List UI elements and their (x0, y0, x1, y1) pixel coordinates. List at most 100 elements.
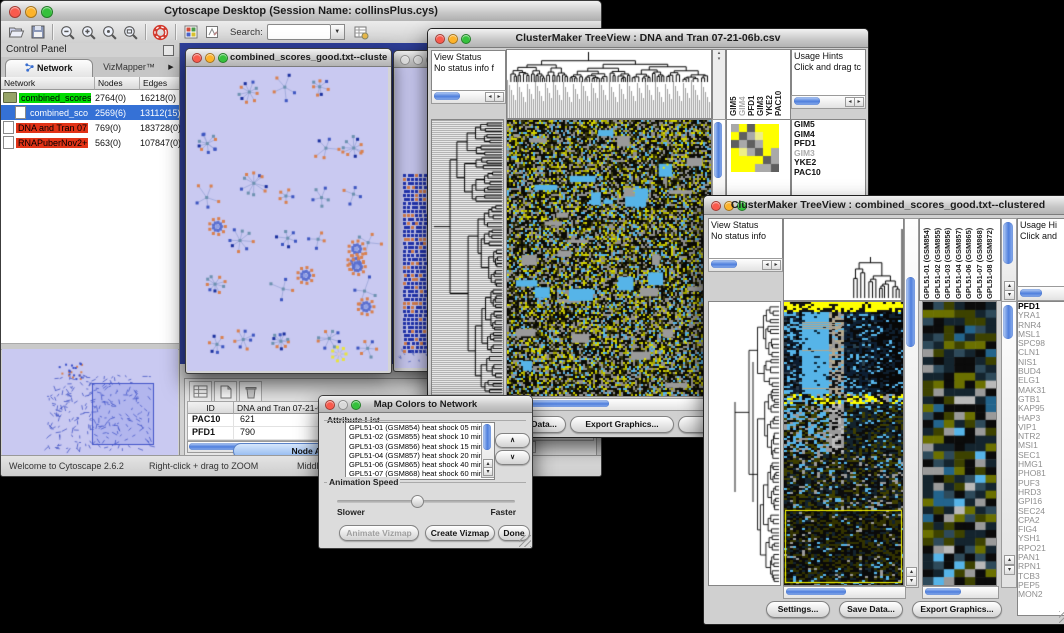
save-session-icon[interactable] (27, 23, 48, 42)
zoom-fit-icon[interactable] (120, 23, 141, 42)
column-header-edges[interactable]: Edges (140, 77, 179, 90)
trash-icon[interactable] (239, 381, 262, 402)
tv1-row-dendrogram-canvas[interactable] (431, 119, 504, 397)
tv1-usage-hscrollbar[interactable]: ◂ ▸ (791, 95, 866, 109)
attribute-table-icon[interactable] (189, 381, 212, 402)
import-table-icon[interactable] (351, 23, 372, 42)
tab-overflow-arrow[interactable]: ▶ (165, 61, 177, 74)
resize-grip[interactable] (1059, 611, 1064, 623)
search-dropdown-arrow-icon[interactable]: ▼ (331, 24, 345, 40)
tv1-column-label[interactable]: PAC10 (774, 52, 783, 116)
minimize-button[interactable] (205, 53, 215, 63)
tv2-heat-hscroll-thumb[interactable] (786, 588, 846, 595)
tv2-export-graphics-button[interactable]: Export Graphics... (912, 601, 1002, 618)
attr-list-vscrollbar[interactable]: ▴ ▾ (481, 423, 494, 478)
tv1-status-hscrollbar[interactable]: ◂ ▸ (431, 90, 506, 104)
list-item[interactable]: GPL51-04 (GSM857) heat shock 20 min (346, 451, 494, 460)
attr-list-vscroll-thumb[interactable] (483, 424, 491, 450)
tv1-column-label[interactable]: GIM4 (738, 52, 747, 116)
tv2-column-label[interactable]: GPL51-01 (GSM854) (922, 220, 931, 299)
tab-vizmapper[interactable]: VizMapper™ (93, 59, 165, 76)
tv2-column-dendrogram-canvas[interactable] (783, 218, 904, 301)
tv1-column-label[interactable]: GIM5 (729, 52, 738, 116)
tv2-labels-vscrollbar[interactable]: ▴ ▾ (1001, 218, 1017, 303)
scroll-up-icon[interactable]: ▴ (1004, 555, 1015, 565)
tab-network[interactable]: Network (5, 59, 93, 78)
dialog-titlebar[interactable]: Map Colors to Network (319, 396, 532, 413)
zoom-window-button[interactable] (218, 53, 228, 63)
tv2-column-label[interactable]: GPL51-06 (GSM865) (964, 220, 973, 299)
move-down-button[interactable]: ∨ (495, 450, 530, 465)
treeview2-titlebar[interactable]: ClusterMaker TreeView : combined_scores_… (704, 196, 1064, 215)
tv2-save-data-button[interactable]: Save Data... (839, 601, 903, 618)
scroll-right-icon[interactable]: ▸ (771, 260, 781, 270)
tv1-column-dendrogram-canvas[interactable] (506, 49, 712, 119)
tv2-settings-button[interactable]: Settings... (766, 601, 830, 618)
close-button[interactable] (400, 55, 410, 65)
annotation-icon[interactable] (201, 23, 222, 42)
gene-label[interactable]: MON2 (1018, 590, 1064, 599)
tv2-vscrollbar[interactable]: ▴ ▾ (904, 218, 919, 588)
tv1-correlation-matrix-canvas[interactable] (731, 124, 779, 172)
list-item[interactable]: GPL51-06 (GSM865) heat shock 40 min (346, 460, 494, 469)
minimize-button[interactable] (413, 55, 423, 65)
tv2-status-hscroll-thumb[interactable] (711, 260, 737, 268)
tv1-export-graphics-button[interactable]: Export Graphics... (570, 416, 674, 433)
tv2-labels-vscroll-thumb[interactable] (1003, 222, 1013, 264)
network-row[interactable]: DNA and Tran 07769(0)183728(0) (1, 120, 179, 135)
main-titlebar[interactable]: Cytoscape Desktop (Session Name: collins… (1, 1, 601, 22)
tv2-genes-vscrollbar[interactable]: ▴ ▾ (1001, 301, 1017, 588)
zoom-selected-icon[interactable] (99, 23, 120, 42)
tv2-column-label[interactable]: GPL51-02 (GSM855) (933, 220, 942, 299)
tv1-column-label[interactable]: PFD1 (747, 52, 756, 116)
tv2-usage-hscroll-thumb[interactable] (1020, 289, 1042, 297)
list-item[interactable]: GPL51-01 (GSM854) heat shock 05 min (346, 423, 494, 432)
tv1-row-label[interactable]: PAC10 (792, 168, 865, 178)
tv2-column-label[interactable]: GPL51-07 (GSM868) (975, 220, 984, 299)
search-input[interactable] (267, 24, 331, 40)
tv2-column-label[interactable]: GPL51-04 (GSM857) (954, 220, 963, 299)
network-row[interactable]: combined_sco2569(6)13112(15) (1, 105, 179, 120)
list-item[interactable]: GPL51-03 (GSM856) heat shock 15 min (346, 442, 494, 451)
tv1-usage-hscroll-thumb[interactable] (794, 97, 820, 105)
tv2-genes-vscroll-thumb[interactable] (1003, 305, 1013, 339)
scroll-right-icon[interactable]: ▸ (854, 97, 864, 107)
tv2-zoom-heatmap-canvas[interactable] (922, 301, 997, 586)
move-up-button[interactable]: ∧ (495, 433, 530, 448)
close-button[interactable] (192, 53, 202, 63)
tv1-column-label[interactable]: YKE2 (765, 52, 774, 116)
scroll-down-icon[interactable]: ▾ (1004, 565, 1015, 575)
network-row[interactable]: RNAPuberNov2+563(0)107847(0) (1, 135, 179, 150)
network1-titlebar[interactable]: combined_scores_good.txt--cluste... (186, 49, 391, 67)
tv2-column-label[interactable]: GPL51-03 (GSM856) (943, 220, 952, 299)
network-row[interactable]: combined_scores2764(0)16218(0) (1, 90, 179, 105)
help-lifering-icon[interactable] (150, 23, 171, 42)
birdseye-view-canvas[interactable] (2, 349, 178, 456)
create-vizmap-button[interactable]: Create Vizmap (425, 525, 495, 541)
zoom-in-icon[interactable] (78, 23, 99, 42)
treeview1-titlebar[interactable]: ClusterMaker TreeView : DNA and Tran 07-… (428, 29, 868, 48)
tv2-row-dendrogram-canvas[interactable] (708, 301, 781, 586)
tv1-heatmap-canvas[interactable] (506, 119, 712, 397)
animation-speed-slider-thumb[interactable] (411, 495, 424, 508)
tv2-zoom-hscrollbar[interactable] (922, 586, 999, 599)
open-file-icon[interactable] (6, 23, 27, 42)
new-file-icon[interactable] (214, 381, 237, 402)
network-view-1-canvas[interactable] (187, 67, 388, 371)
list-item[interactable]: GPL51-02 (GSM855) heat shock 10 min (346, 432, 494, 441)
tv2-vscroll-thumb[interactable] (906, 277, 915, 347)
float-panel-icon[interactable] (163, 45, 174, 56)
tv1-column-label[interactable]: GIM3 (756, 52, 765, 116)
scroll-down-icon[interactable]: ▾ (483, 467, 493, 476)
tv1-hscrollbar[interactable] (506, 398, 714, 411)
scroll-down-icon[interactable]: ▾ (906, 576, 917, 586)
animation-speed-slider-track[interactable] (337, 500, 515, 503)
scroll-right-icon[interactable]: ▸ (494, 92, 504, 102)
tv2-status-hscrollbar[interactable]: ◂ ▸ (708, 258, 783, 272)
column-header-network[interactable]: Network (1, 77, 95, 90)
vizmapper-icon[interactable] (180, 23, 201, 42)
zoom-out-icon[interactable] (57, 23, 78, 42)
tv2-usage-hscrollbar[interactable] (1017, 286, 1064, 301)
column-header-nodes[interactable]: Nodes (95, 77, 140, 90)
attribute-listbox[interactable]: GPL51-01 (GSM854) heat shock 05 minGPL51… (345, 422, 495, 480)
